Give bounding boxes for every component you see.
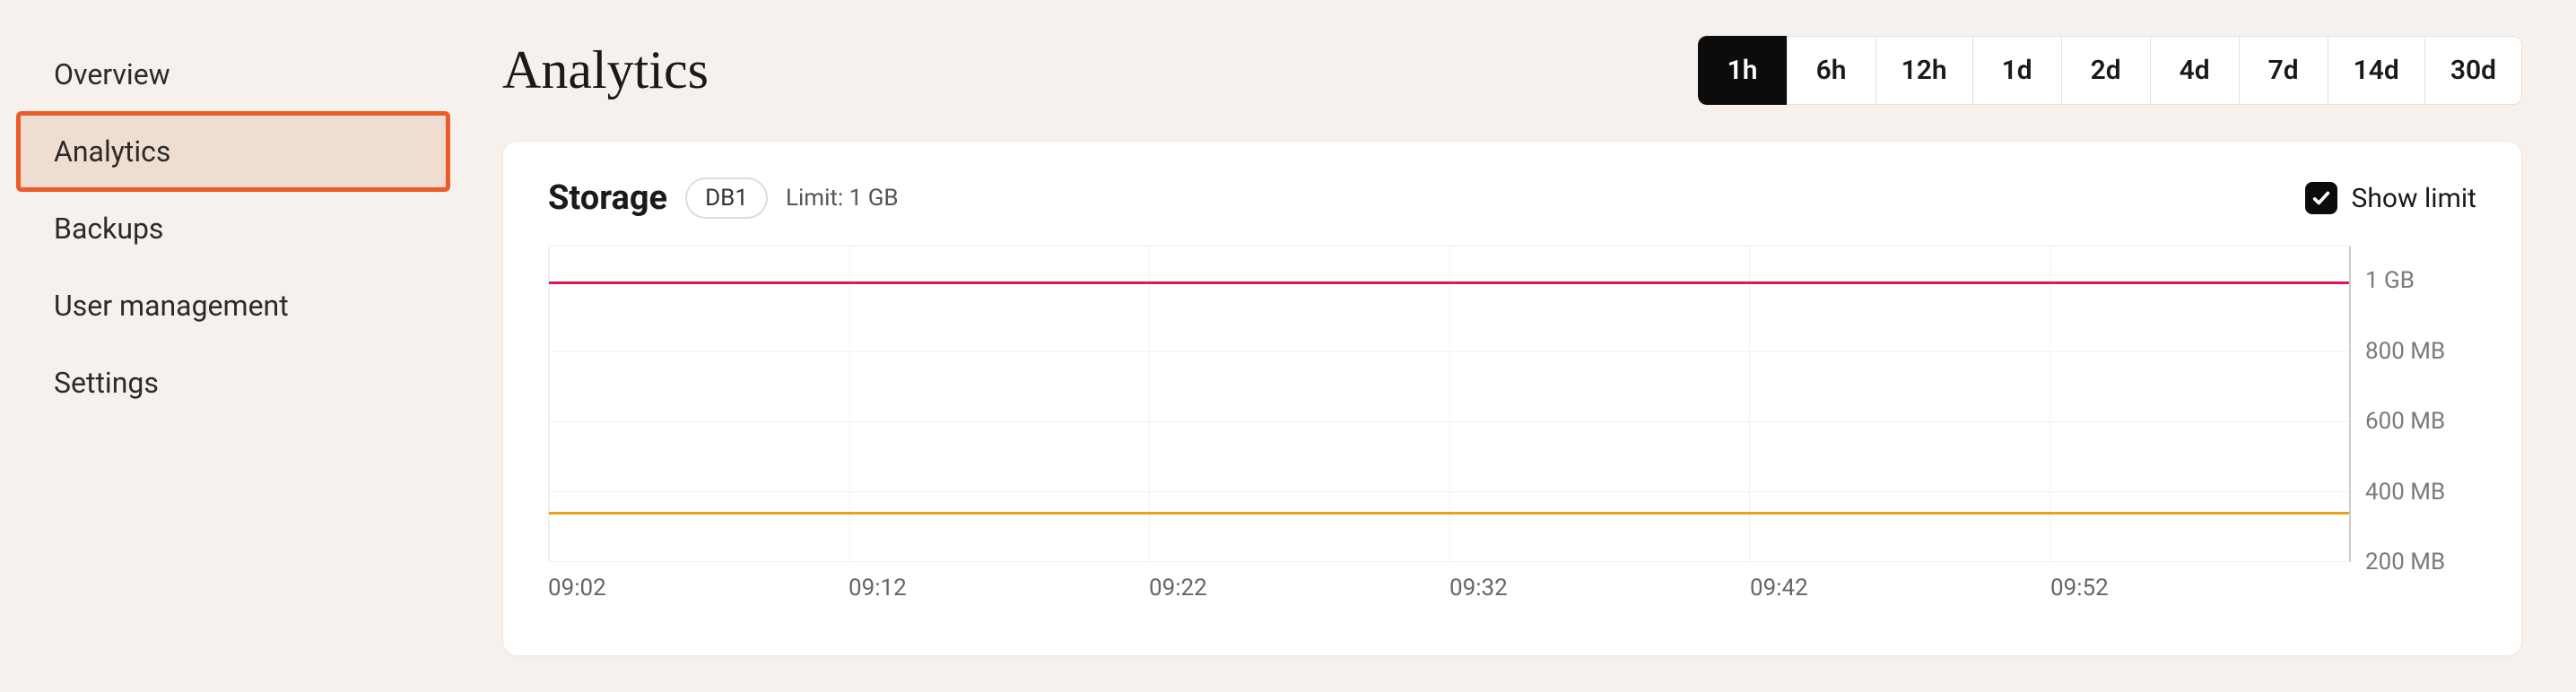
sidebar-item-backups[interactable]: Backups bbox=[18, 190, 448, 267]
x-axis-spacer bbox=[2351, 575, 2476, 610]
storage-card: Storage DB1 Limit: 1 GB Show limit 1 GB 8… bbox=[502, 141, 2522, 656]
chart-x-tick: 09:52 bbox=[2050, 575, 2109, 601]
range-14d[interactable]: 14d bbox=[2328, 36, 2425, 105]
range-2d[interactable]: 2d bbox=[2061, 36, 2151, 105]
chart-limit-line bbox=[549, 281, 2349, 284]
time-range-picker: 1h 6h 12h 1d 2d 4d 7d 14d 30d bbox=[1698, 36, 2522, 105]
chart-y-tick: 200 MB bbox=[2365, 549, 2445, 575]
chart: 1 GB800 MB600 MB400 MB200 MB bbox=[548, 246, 2476, 562]
chart-x-axis-row: 09:02 09:12 09:22 09:32 09:42 09:52 bbox=[548, 575, 2476, 610]
card-title: Storage bbox=[548, 178, 667, 218]
sidebar-item-analytics[interactable]: Analytics bbox=[18, 113, 448, 190]
chart-y-tick: 1 GB bbox=[2365, 267, 2415, 294]
limit-label: Limit: 1 GB bbox=[786, 185, 899, 212]
chart-y-tick: 800 MB bbox=[2365, 338, 2445, 365]
range-12h[interactable]: 12h bbox=[1875, 36, 1973, 105]
range-7d[interactable]: 7d bbox=[2239, 36, 2328, 105]
chart-y-tick: 400 MB bbox=[2365, 479, 2445, 506]
chart-x-tick: 09:12 bbox=[849, 575, 907, 601]
chart-y-tick: 600 MB bbox=[2365, 408, 2445, 435]
checkbox-checked-icon bbox=[2305, 182, 2337, 214]
chart-x-axis: 09:02 09:12 09:22 09:32 09:42 09:52 bbox=[548, 575, 2351, 610]
range-1h[interactable]: 1h bbox=[1698, 36, 1788, 105]
sidebar-item-overview[interactable]: Overview bbox=[18, 36, 448, 113]
card-title-group: Storage DB1 Limit: 1 GB bbox=[548, 177, 899, 219]
chart-usage-line bbox=[549, 512, 2349, 515]
sidebar-item-user-management[interactable]: User management bbox=[18, 267, 448, 344]
sidebar-item-settings[interactable]: Settings bbox=[18, 344, 448, 421]
main-content: Analytics 1h 6h 12h 1d 2d 4d 7d 14d 30d … bbox=[466, 0, 2576, 692]
range-1d[interactable]: 1d bbox=[1972, 36, 2062, 105]
show-limit-toggle[interactable]: Show limit bbox=[2305, 182, 2476, 214]
chart-x-tick: 09:22 bbox=[1149, 575, 1207, 601]
header-row: Analytics 1h 6h 12h 1d 2d 4d 7d 14d 30d bbox=[502, 36, 2522, 105]
range-4d[interactable]: 4d bbox=[2150, 36, 2240, 105]
card-header: Storage DB1 Limit: 1 GB Show limit bbox=[548, 177, 2476, 219]
sidebar: Overview Analytics Backups User manageme… bbox=[0, 0, 466, 692]
chart-y-axis: 1 GB800 MB600 MB400 MB200 MB bbox=[2351, 246, 2476, 562]
chart-x-tick: 09:02 bbox=[548, 575, 606, 601]
db-badge: DB1 bbox=[685, 177, 768, 219]
chart-x-tick: 09:42 bbox=[1750, 575, 1808, 601]
range-30d[interactable]: 30d bbox=[2424, 36, 2522, 105]
show-limit-label: Show limit bbox=[2352, 183, 2476, 214]
chart-x-tick: 09:32 bbox=[1449, 575, 1508, 601]
chart-hgrid bbox=[549, 561, 2349, 562]
range-6h[interactable]: 6h bbox=[1787, 36, 1876, 105]
page-title: Analytics bbox=[502, 39, 709, 101]
chart-plot-area bbox=[548, 246, 2351, 562]
